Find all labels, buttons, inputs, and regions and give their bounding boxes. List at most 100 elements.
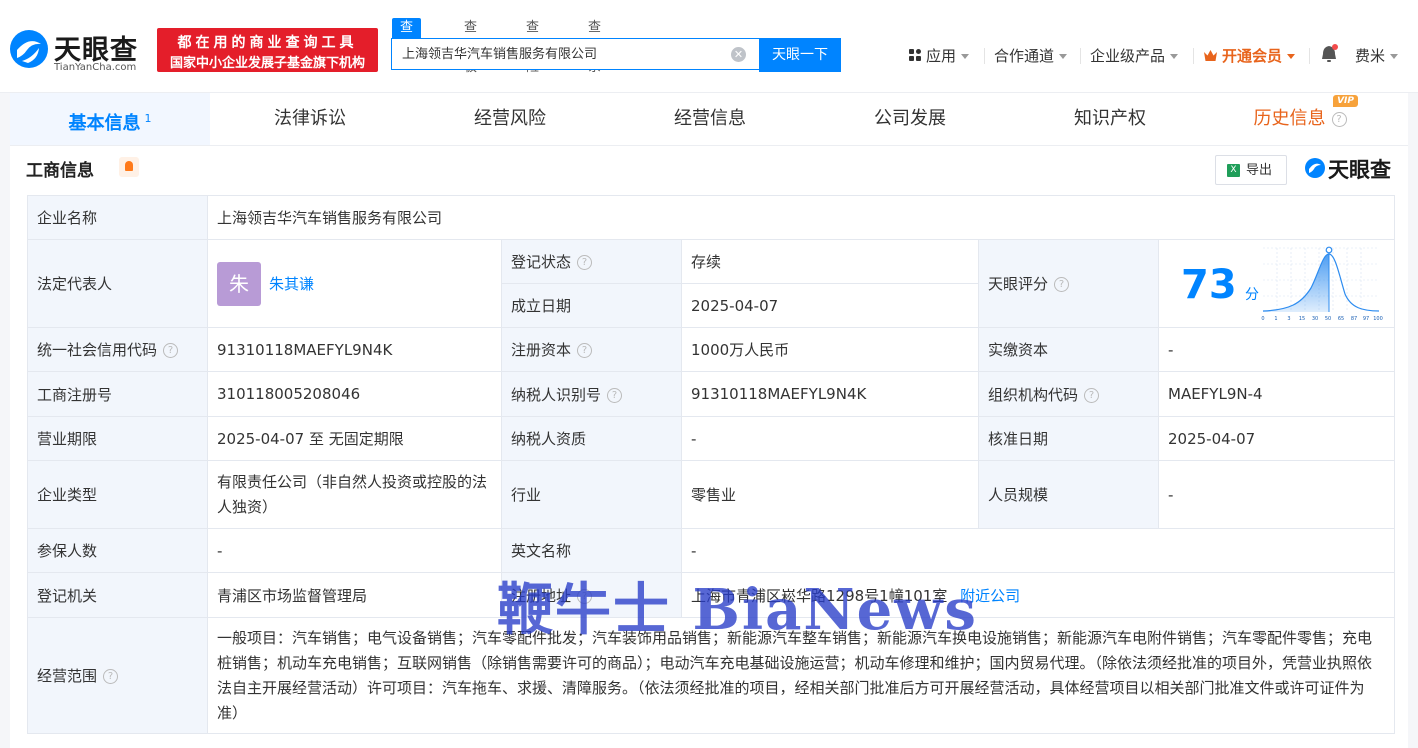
org-code-label-cell: 组织机构代码?: [978, 371, 1159, 417]
industry-label: 行业: [501, 460, 682, 529]
nav-apps-label: 应用: [926, 47, 957, 65]
credit-code-label-cell: 统一社会信用代码?: [27, 327, 208, 372]
help-icon[interactable]: ?: [577, 343, 593, 358]
tianyancha-logo-icon: [10, 30, 48, 68]
axis-tick: 30: [1312, 316, 1318, 322]
clear-icon[interactable]: ✕: [731, 47, 746, 62]
legal-rep-link[interactable]: 朱其谦: [269, 275, 314, 293]
nav-partner[interactable]: 合作通道: [994, 44, 1068, 68]
score-unit: 分: [1245, 287, 1259, 303]
tab-basic-info[interactable]: 基本信息 1: [10, 93, 210, 145]
tab-history[interactable]: 历史信息? VIP: [1200, 93, 1400, 145]
axis-tick: 87: [1351, 316, 1357, 322]
notification-button[interactable]: [1320, 44, 1338, 68]
taxpayer-id-label-cell: 纳税人识别号?: [501, 371, 682, 417]
help-icon[interactable]: ?: [577, 255, 593, 270]
taxpayer-id-label: 纳税人识别号: [511, 385, 602, 404]
axis-tick: 97: [1363, 316, 1369, 322]
chevron-down-icon: [1287, 54, 1296, 59]
reg-status-label: 登记状态: [511, 253, 572, 271]
axis-tick: 0: [1261, 316, 1264, 322]
bianews-watermark: 鞭牛士 BiaNews: [497, 577, 978, 643]
excel-icon: X: [1227, 164, 1240, 177]
axis-tick: 50: [1325, 316, 1331, 322]
established-label: 成立日期: [501, 283, 682, 328]
insured-label: 参保人数: [27, 528, 208, 573]
brand-name-small: 天眼查: [1328, 158, 1391, 182]
tianyancha-logo-icon: [1305, 158, 1325, 178]
reg-status: 存续: [681, 239, 979, 284]
user-name: 费米: [1355, 47, 1386, 65]
reg-capital: 1000万人民币: [681, 327, 979, 372]
axis-tick: 100: [1373, 316, 1383, 322]
search-bar: 上海领吉华汽车销售服务有限公司 ✕ 天眼一下: [391, 38, 841, 72]
export-button[interactable]: X 导出: [1215, 155, 1287, 185]
avatar[interactable]: 朱: [217, 261, 261, 306]
score-marker-dot: [1325, 246, 1333, 254]
nav-enterprise-label: 企业级产品: [1090, 47, 1166, 65]
slogan-line2: 国家中小企业发展子基金旗下机构: [169, 56, 365, 71]
reg-capital-label-cell: 注册资本?: [501, 327, 682, 372]
paid-capital: -: [1157, 327, 1396, 372]
apps-grid-icon: [909, 49, 921, 61]
search-tab-relation[interactable]: 查关系: [588, 18, 601, 75]
company-type: 有限责任公司（非自然人投资或控股的法人独资）: [207, 460, 502, 529]
help-icon[interactable]: ?: [607, 387, 623, 403]
nav-divider: [1193, 48, 1194, 64]
credit-code-label: 统一社会信用代码: [37, 341, 158, 359]
nav-divider: [984, 48, 985, 64]
user-menu[interactable]: 费米: [1355, 44, 1399, 68]
reg-no: 310118005208046: [207, 371, 502, 417]
table-row: 统一社会信用代码? 91310118MAEFYL9N4K 注册资本? 1000万…: [27, 327, 1396, 372]
term-label: 营业期限: [27, 416, 208, 461]
nav-enterprise[interactable]: 企业级产品: [1090, 44, 1179, 68]
help-icon[interactable]: ?: [163, 343, 179, 358]
tab-legal[interactable]: 法律诉讼: [210, 93, 410, 145]
axis-tick: 15: [1299, 316, 1305, 322]
tab-risk[interactable]: 经营风险: [410, 93, 610, 145]
company-name: 上海领吉华汽车销售服务有限公司: [206, 195, 1396, 240]
tab-development[interactable]: 公司发展: [810, 93, 1010, 145]
staff-size: -: [1157, 460, 1396, 529]
industry: 零售业: [681, 460, 979, 529]
export-label: 导出: [1246, 163, 1273, 178]
approval-date-label: 核准日期: [978, 416, 1159, 461]
help-icon[interactable]: ?: [1084, 387, 1100, 403]
subscribe-bell-icon[interactable]: [119, 157, 139, 177]
company-tabs: 基本信息 1 法律诉讼 经营风险 经营信息 公司发展 知识产权 历史信息? VIP: [10, 93, 1408, 146]
type-label: 企业类型: [27, 460, 208, 529]
axis-tick: 1: [1274, 316, 1277, 322]
search-input[interactable]: 上海领吉华汽车销售服务有限公司: [391, 38, 759, 70]
tab-history-label: 历史信息: [1253, 108, 1326, 129]
tab-operation[interactable]: 经营信息: [610, 93, 810, 145]
legal-rep-label: 法定代表人: [27, 239, 208, 328]
term: 2025-04-07 至 无固定期限: [207, 416, 502, 461]
search-tab-boss[interactable]: 查老板: [464, 18, 477, 75]
table-row: 企业名称 上海领吉华汽车销售服务有限公司: [27, 195, 1396, 240]
help-icon[interactable]: ?: [1331, 111, 1347, 127]
help-icon[interactable]: ?: [1054, 277, 1070, 292]
nav-apps[interactable]: 应用: [909, 44, 970, 68]
score-distribution-chart: 0 1 3 15 30 50 65 87 97 100: [1261, 246, 1383, 322]
score-label-cell: 天眼评分?: [978, 239, 1159, 328]
search-tab-risk[interactable]: 查风险: [526, 18, 539, 75]
help-icon[interactable]: ?: [103, 669, 119, 684]
reg-status-label-cell: 登记状态?: [501, 239, 682, 284]
nav-partner-label: 合作通道: [994, 47, 1055, 65]
nav-vip[interactable]: 开通会员: [1203, 44, 1296, 68]
reg-capital-label: 注册资本: [511, 341, 572, 359]
tab-ip[interactable]: 知识产权: [1010, 93, 1210, 145]
chevron-down-icon: [1170, 54, 1179, 59]
authority-label: 登记机关: [27, 572, 208, 618]
search-button[interactable]: 天眼一下: [759, 38, 841, 72]
axis-tick: 3: [1287, 316, 1290, 322]
table-row: 工商注册号 310118005208046 纳税人识别号? 91310118MA…: [27, 371, 1396, 417]
slogan-banner[interactable]: 都在用的商业查询工具 国家中小企业发展子基金旗下机构: [157, 28, 378, 72]
company-name-label: 企业名称: [27, 195, 208, 240]
tianyancha-logo[interactable]: 天眼查 TianYanCha.com: [8, 24, 148, 73]
brand-domain: TianYanCha.com: [54, 62, 137, 73]
reg-no-label: 工商注册号: [27, 371, 208, 417]
slogan-line1: 都在用的商业查询工具: [177, 35, 358, 51]
search-tab-company[interactable]: 查公司: [392, 18, 422, 75]
score-cell[interactable]: 73 分 0 1 3 15 30 50 65 87 97 100: [1157, 239, 1396, 328]
